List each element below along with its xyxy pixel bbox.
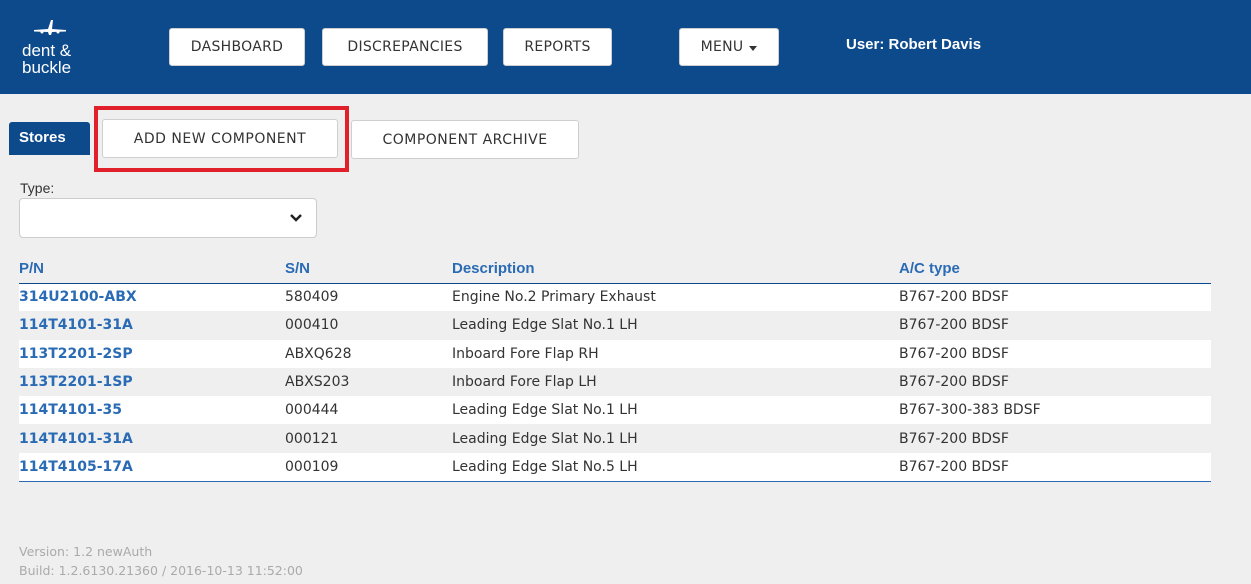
table-row[interactable]: 113T2201-1SP ABXS203 Inboard Fore Flap L… — [19, 368, 1211, 396]
brand-line-1: dent & — [22, 41, 72, 60]
stores-tab[interactable]: Stores — [9, 122, 90, 155]
version-footer: Version: 1.2 newAuth Build: 1.2.6130.213… — [19, 542, 303, 580]
reports-label: REPORTS — [524, 39, 591, 55]
airplane-icon — [34, 20, 66, 35]
caret-down-icon — [749, 45, 758, 51]
part-number-link[interactable]: 314U2100-ABX — [19, 283, 285, 312]
components-table: P/N S/N Description A/C type 314U2100-AB… — [19, 255, 1211, 482]
ac-type: B767-200 BDSF — [899, 452, 1211, 482]
ac-type: B767-200 BDSF — [899, 374, 1009, 391]
table-row[interactable]: 114T4105-17A 000109 Leading Edge Slat No… — [19, 452, 1211, 482]
serial-number: 000444 — [285, 396, 452, 425]
menu-label: MENU — [700, 39, 744, 55]
serial-number: 000410 — [285, 317, 339, 334]
description: Engine No.2 Primary Exhaust — [452, 283, 899, 312]
ac-type: B767-200 BDSF — [899, 317, 1009, 334]
serial-number: 580409 — [285, 283, 452, 312]
component-archive-label: COMPONENT ARCHIVE — [382, 131, 548, 148]
table-row[interactable]: 114T4101-35 000444 Leading Edge Slat No.… — [19, 396, 1211, 425]
dashboard-label: DASHBOARD — [190, 39, 284, 55]
serial-number: ABXS203 — [285, 374, 350, 391]
ac-type: B767-200 BDSF — [899, 283, 1211, 312]
discrepancies-button[interactable]: DISCREPANCIES — [322, 28, 488, 66]
table-row[interactable]: 113T2201-2SP ABXQ628 Inboard Fore Flap R… — [19, 339, 1211, 368]
table-row[interactable]: 114T4101-31A 000121 Leading Edge Slat No… — [19, 424, 1211, 452]
add-new-component-label: ADD NEW COMPONENT — [133, 130, 307, 147]
ac-type: B767-200 BDSF — [899, 430, 1009, 447]
add-new-component-button[interactable]: ADD NEW COMPONENT — [102, 119, 338, 158]
description: Leading Edge Slat No.5 LH — [452, 452, 899, 482]
dashboard-button[interactable]: DASHBOARD — [169, 28, 305, 66]
table-header-row: P/N S/N Description A/C type — [19, 255, 1211, 284]
table-row[interactable]: 114T4101-31A 000410 Leading Edge Slat No… — [19, 311, 1211, 339]
header-pn[interactable]: P/N — [19, 255, 285, 284]
table-row[interactable]: 314U2100-ABX 580409 Engine No.2 Primary … — [19, 283, 1211, 312]
description: Leading Edge Slat No.1 LH — [452, 430, 638, 447]
part-number-link[interactable]: 114T4105-17A — [19, 452, 285, 482]
part-number-link[interactable]: 114T4101-31A — [19, 424, 285, 452]
description: Inboard Fore Flap RH — [452, 339, 899, 368]
description: Inboard Fore Flap LH — [452, 374, 597, 391]
chevron-down-icon — [290, 214, 302, 222]
brand-line-2: buckle — [22, 58, 72, 77]
part-number-link[interactable]: 113T2201-1SP — [19, 368, 285, 396]
serial-number: ABXQ628 — [285, 339, 452, 368]
user-name: User: Robert Davis — [846, 36, 982, 53]
ac-type: B767-200 BDSF — [899, 339, 1211, 368]
header-sn[interactable]: S/N — [285, 255, 452, 284]
version-text: Version: 1.2 newAuth — [19, 544, 153, 559]
ac-type: B767-300-383 BDSF — [899, 396, 1211, 425]
reports-button[interactable]: REPORTS — [503, 28, 612, 66]
top-navbar: dent & buckle DASHBOARD DISCREPANCIES RE… — [0, 0, 1251, 94]
type-filter-label: Type: — [20, 180, 55, 196]
component-archive-button[interactable]: COMPONENT ARCHIVE — [351, 120, 579, 159]
brand-logo[interactable]: dent & buckle — [22, 18, 102, 88]
serial-number: 000121 — [285, 430, 339, 447]
serial-number: 000109 — [285, 452, 452, 482]
menu-dropdown-button[interactable]: MENU — [679, 28, 779, 66]
part-number-link[interactable]: 114T4101-35 — [19, 396, 285, 425]
header-ac-type[interactable]: A/C type — [899, 255, 1211, 284]
part-number-link[interactable]: 114T4101-31A — [19, 311, 285, 339]
discrepancies-label: DISCREPANCIES — [347, 39, 463, 55]
description: Leading Edge Slat No.1 LH — [452, 396, 899, 425]
description: Leading Edge Slat No.1 LH — [452, 317, 638, 334]
type-filter-select[interactable] — [19, 198, 317, 238]
header-description[interactable]: Description — [452, 255, 899, 284]
build-text: Build: 1.2.6130.21360 / 2016-10-13 11:52… — [19, 563, 303, 578]
part-number-link[interactable]: 113T2201-2SP — [19, 339, 285, 368]
